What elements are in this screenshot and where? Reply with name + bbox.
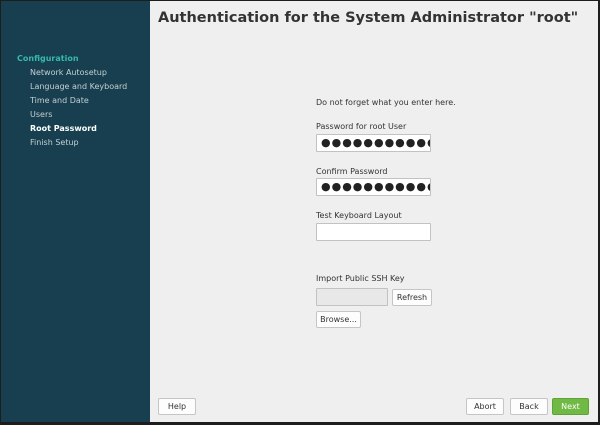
refresh-button[interactable]: Refresh — [392, 289, 432, 306]
sidebar-item-root-password[interactable]: Root Password — [30, 124, 97, 134]
keyboard-test-input[interactable] — [316, 223, 431, 241]
browse-button[interactable]: Browse... — [316, 311, 361, 328]
password-label: Password for root User — [316, 122, 407, 131]
abort-button[interactable]: Abort — [466, 398, 504, 415]
password-input[interactable]: ●●●●●●●●●●●●●● — [316, 134, 431, 152]
sidebar-item-users[interactable]: Users — [30, 110, 52, 120]
confirm-password-label: Confirm Password — [316, 167, 388, 176]
ssh-key-label: Import Public SSH Key — [316, 274, 405, 283]
sidebar-item-time-and-date[interactable]: Time and Date — [30, 96, 89, 106]
confirm-password-input[interactable]: ●●●●●●●●●●●●●● — [316, 178, 431, 196]
ssh-key-input — [316, 288, 388, 306]
installer-window: Configuration Network Autosetup Language… — [1, 1, 598, 422]
sidebar-item-finish-setup[interactable]: Finish Setup — [30, 138, 79, 148]
sidebar: Configuration Network Autosetup Language… — [1, 1, 150, 422]
keyboard-test-label: Test Keyboard Layout — [316, 211, 402, 220]
sidebar-item-network-autosetup[interactable]: Network Autosetup — [30, 68, 107, 78]
sidebar-item-language-and-keyboard[interactable]: Language and Keyboard — [30, 82, 127, 92]
page-title: Authentication for the System Administra… — [158, 10, 579, 26]
help-button[interactable]: Help — [158, 398, 196, 415]
sidebar-heading: Configuration — [17, 54, 79, 63]
hint-text: Do not forget what you enter here. — [316, 98, 456, 107]
back-button[interactable]: Back — [510, 398, 548, 415]
next-button[interactable]: Next — [552, 398, 589, 415]
